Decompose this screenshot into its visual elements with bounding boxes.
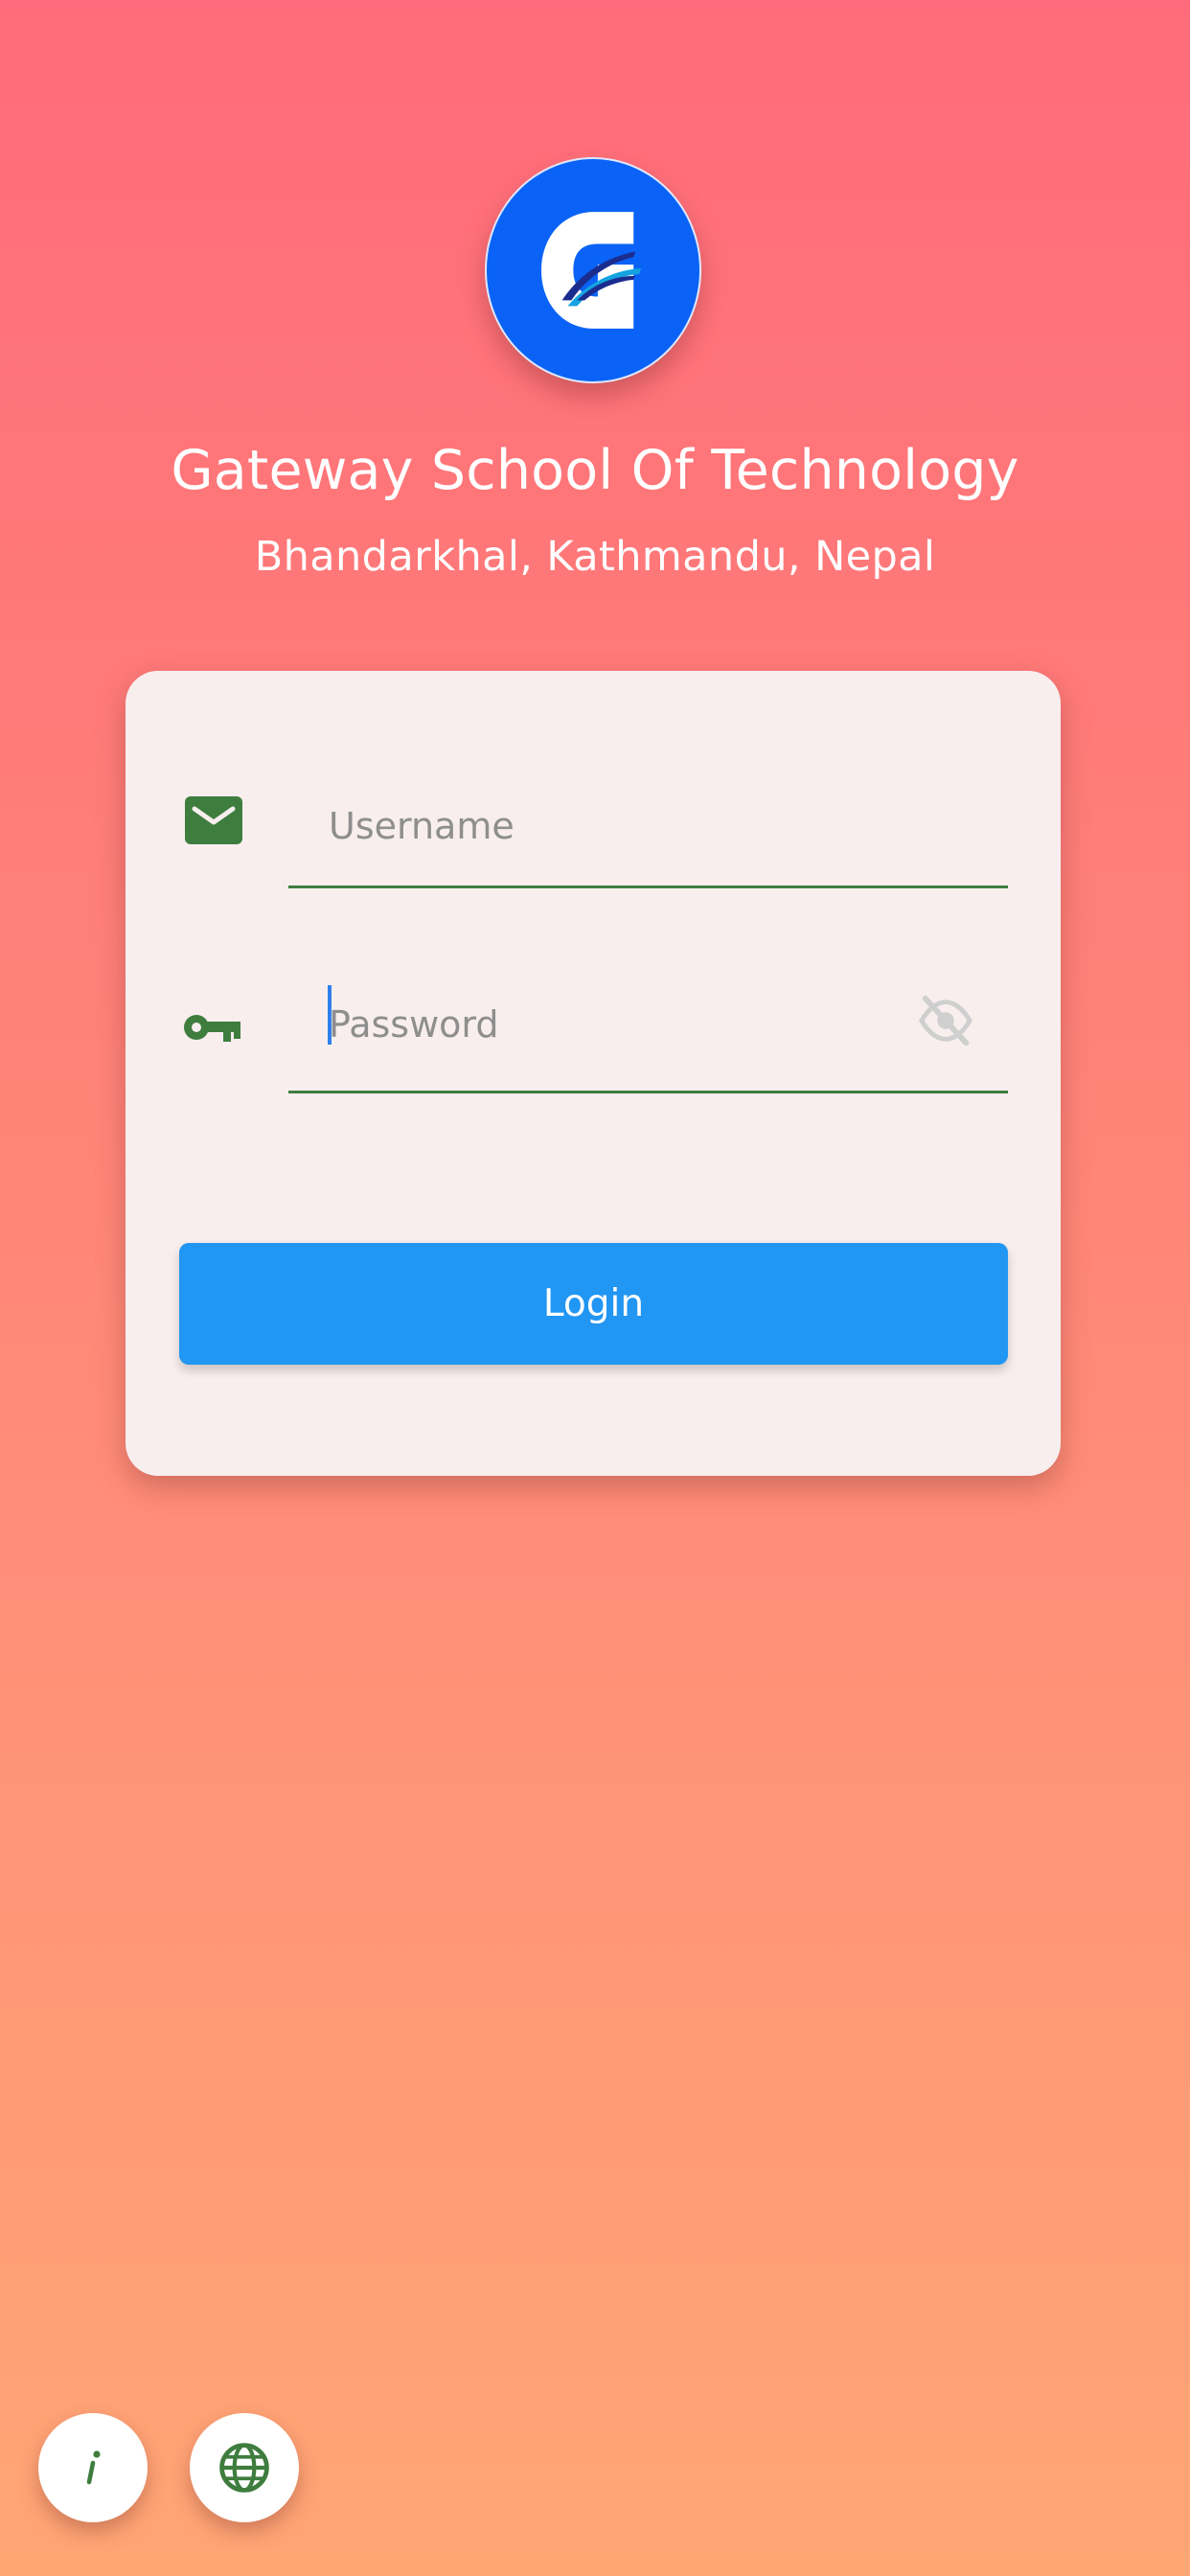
school-name: Gateway School Of Technology bbox=[171, 439, 1019, 502]
school-location: Bhandarkhal, Kathmandu, Nepal bbox=[254, 533, 936, 581]
text-caret bbox=[328, 985, 332, 1045]
gateway-logo-icon bbox=[540, 212, 642, 329]
info-icon bbox=[86, 2450, 101, 2485]
password-field bbox=[288, 958, 1008, 1093]
password-input[interactable] bbox=[329, 958, 904, 1091]
language-button[interactable] bbox=[190, 2413, 299, 2522]
school-logo bbox=[485, 157, 701, 383]
username-field bbox=[288, 767, 1008, 888]
login-card: Login bbox=[126, 671, 1061, 1476]
envelope-icon bbox=[183, 791, 244, 852]
eye-off-icon[interactable] bbox=[916, 991, 975, 1050]
username-input[interactable] bbox=[329, 767, 904, 886]
info-button[interactable] bbox=[38, 2413, 148, 2522]
login-button[interactable]: Login bbox=[179, 1243, 1008, 1365]
key-icon bbox=[181, 997, 242, 1058]
globe-icon bbox=[219, 2443, 269, 2493]
